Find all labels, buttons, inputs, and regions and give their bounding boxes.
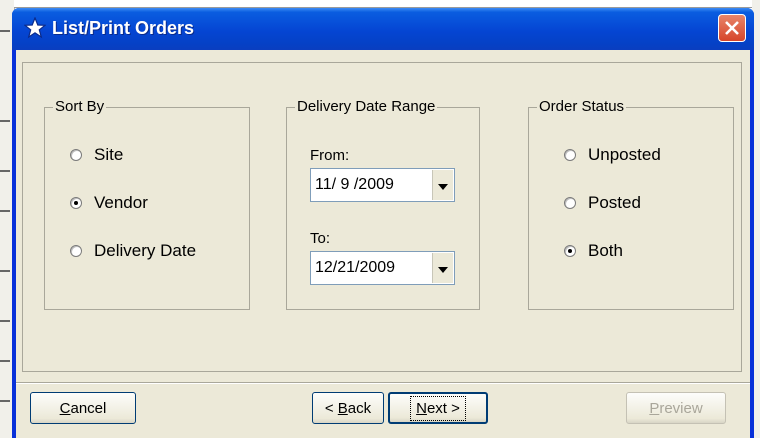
back-button[interactable]: < Back [312,392,384,424]
background-window-top [14,0,754,8]
radio-indicator[interactable] [70,245,82,257]
radio-label: Posted [588,193,641,212]
next-label: ext > [426,399,460,417]
cancel-button[interactable]: Cancel [30,392,136,424]
status-unposted-radio[interactable]: Unposted [564,145,661,165]
next-button[interactable]: Next > [388,392,488,424]
footer-divider [16,382,750,384]
chevron-down-icon[interactable] [432,170,453,200]
cancel-label: ancel [70,399,107,417]
to-date-value[interactable]: 12/21/2009 [315,259,395,277]
sort-by-legend: Sort By [55,98,105,115]
radio-indicator[interactable] [70,149,82,161]
back-label: ack [347,399,372,417]
sort-vendor-radio[interactable]: Vendor [70,193,148,213]
window-title: List/Print Orders [52,18,195,38]
radio-label: Delivery Date [94,241,197,260]
radio-indicator[interactable] [70,197,82,209]
radio-indicator[interactable] [564,149,576,161]
from-label: From: [310,147,350,164]
to-label: To: [310,230,331,247]
back-mnemonic: B [337,399,348,417]
radio-label: Unposted [588,145,661,164]
to-date-picker[interactable]: 12/21/2009 [310,251,455,285]
from-date-value[interactable]: 11/ 9 /2009 [315,176,394,194]
chevron-down-icon[interactable] [432,253,453,283]
cancel-mnemonic: C [59,399,71,417]
sort-site-radio[interactable]: Site [70,145,123,165]
radio-label: Site [94,145,124,164]
star-icon [23,16,47,39]
delivery-date-range-legend: Delivery Date Range [297,98,436,115]
status-both-radio[interactable]: Both [564,241,623,261]
order-status-legend: Order Status [539,98,625,115]
radio-indicator[interactable] [564,197,576,209]
radio-label: Both [588,241,623,260]
radio-indicator[interactable] [564,245,576,257]
title-bar[interactable]: List/Print Orders [12,8,754,50]
back-prefix: < [324,399,338,417]
from-date-picker[interactable]: 11/ 9 /2009 [310,168,455,202]
dialog-window: List/Print Orders Sort By Site Vendor De… [12,8,754,438]
next-focus-ring: Next > [410,395,466,421]
preview-label: review [659,399,703,417]
preview-button: Preview [626,392,726,424]
next-mnemonic: N [416,399,427,417]
dialog-body: Sort By Site Vendor Delivery Date Delive… [16,50,750,438]
close-button[interactable] [718,14,746,42]
sort-delivery-date-radio[interactable]: Delivery Date [70,241,196,261]
preview-mnemonic: P [649,399,660,417]
status-posted-radio[interactable]: Posted [564,193,641,213]
radio-label: Vendor [94,193,148,212]
